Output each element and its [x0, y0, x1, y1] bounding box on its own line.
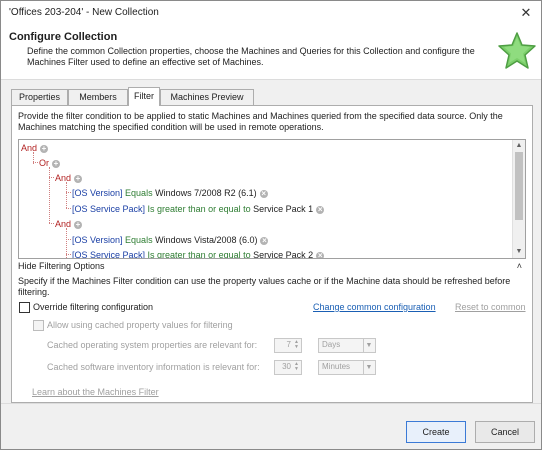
tree-guide [49, 177, 54, 178]
chevron-down-icon[interactable]: ▼ [363, 339, 374, 352]
create-button[interactable]: Create [406, 421, 466, 443]
condition-operator[interactable]: Equals [125, 188, 153, 198]
tree-guide [66, 254, 71, 255]
stepper-value: 30 [282, 362, 291, 371]
filtering-options-title[interactable]: Hide Filtering Options [18, 261, 105, 271]
condition-value[interactable]: Service Pack 1 [253, 204, 313, 214]
condition-attribute[interactable]: [OS Version] [72, 188, 123, 198]
allow-cache-label: Allow using cached property values for f… [47, 320, 233, 330]
add-condition-icon[interactable]: + [74, 174, 83, 183]
reset-to-common-link: Reset to common [455, 302, 526, 312]
scroll-down-arrow-icon[interactable]: ▼ [514, 247, 524, 257]
tree-guide [33, 162, 38, 163]
allow-cache-checkbox[interactable] [33, 320, 44, 331]
remove-condition-icon[interactable]: × [259, 189, 268, 198]
tree-guide [49, 223, 54, 224]
filter-tab-panel: Provide the filter condition to be appli… [11, 105, 533, 403]
condition-attribute[interactable]: [OS Version] [72, 235, 123, 245]
change-common-configuration-link[interactable]: Change common configuration [313, 302, 436, 312]
software-inventory-cache-label: Cached software inventory information is… [47, 362, 260, 372]
dialog-header: Configure Collection Define the common C… [1, 25, 541, 79]
cancel-button[interactable]: Cancel [475, 421, 535, 443]
and-operator[interactable]: And [55, 219, 71, 229]
os-properties-unit-select[interactable]: Days ▼ [318, 338, 376, 353]
tree-node-root-and[interactable]: And + [21, 142, 49, 154]
condition-row[interactable]: [OS Version] Equals Windows 7/2008 R2 (6… [72, 187, 268, 199]
stepper-arrows-icon[interactable]: ▲ ▼ [293, 340, 300, 350]
close-icon[interactable]: ✕ [517, 4, 535, 22]
tree-guide [66, 192, 71, 193]
software-inventory-unit-select[interactable]: Minutes ▼ [318, 360, 376, 375]
add-condition-icon[interactable]: + [40, 144, 49, 153]
tab-properties[interactable]: Properties [11, 89, 68, 105]
condition-value[interactable]: Windows 7/2008 R2 (6.1) [155, 188, 257, 198]
filter-condition-tree[interactable]: And + Or + And + [OS Version] Equals Window… [18, 139, 526, 259]
condition-row[interactable]: [OS Version] Equals Windows Vista/2008 (… [72, 234, 269, 246]
filter-instruction: Provide the filter condition to be appli… [18, 111, 503, 132]
dialog-body: Properties Members Filter Machines Previ… [1, 79, 541, 404]
condition-operator[interactable]: Is greater than or equal to [148, 250, 251, 258]
tree-node-and-group2[interactable]: And + [55, 218, 83, 230]
header-title: Configure Collection [9, 31, 118, 43]
remove-condition-icon[interactable]: × [316, 251, 325, 258]
condition-attribute[interactable]: [OS Service Pack] [72, 204, 145, 214]
chevron-up-icon[interactable]: ˄ [517, 261, 522, 271]
os-properties-cache-label: Cached operating system properties are r… [47, 340, 258, 350]
stepper-value: 7 [286, 340, 291, 349]
add-condition-icon[interactable]: + [52, 159, 60, 168]
window-title: 'Offices 203-204' - New Collection [9, 7, 159, 18]
filtering-options-description: Specify if the Machines Filter condition… [18, 276, 511, 297]
green-star-icon [498, 32, 536, 69]
select-value: Minutes [322, 362, 351, 371]
or-operator[interactable]: Or [39, 158, 49, 168]
select-value: Days [322, 340, 341, 349]
tree-guide [66, 182, 67, 208]
tab-machines-preview[interactable]: Machines Preview [160, 89, 254, 105]
title-bar: 'Offices 203-204' - New Collection ✕ [1, 1, 541, 25]
stepper-arrows-icon[interactable]: ▲ ▼ [293, 362, 300, 372]
tree-guide [66, 208, 71, 209]
os-properties-cache-stepper[interactable]: 7 ▲ ▼ [274, 338, 302, 353]
tab-filter[interactable]: Filter [128, 87, 160, 106]
tree-vertical-scrollbar[interactable]: ▲ ▼ [512, 140, 525, 258]
dialog-footer: Create Cancel [1, 403, 541, 449]
condition-value[interactable]: Service Pack 2 [253, 250, 313, 258]
learn-machines-filter-link[interactable]: Learn about the Machines Filter [32, 387, 159, 397]
tree-node-and-group1[interactable]: And + [55, 172, 83, 184]
software-inventory-cache-stepper[interactable]: 30 ▲ ▼ [274, 360, 302, 375]
override-configuration-label[interactable]: Override filtering configuration [33, 302, 153, 312]
scrollbar-thumb[interactable] [515, 152, 523, 220]
and-operator[interactable]: And [55, 173, 71, 183]
tree-guide [49, 167, 50, 223]
condition-operator[interactable]: Equals [125, 235, 153, 245]
remove-condition-icon[interactable]: × [316, 205, 325, 214]
remove-condition-icon[interactable]: × [260, 236, 269, 245]
tab-members[interactable]: Members [68, 89, 128, 105]
dialog-window: 'Offices 203-204' - New Collection ✕ Con… [0, 0, 542, 450]
condition-operator[interactable]: Is greater than or equal to [148, 204, 251, 214]
header-description: Define the common Collection properties,… [27, 46, 475, 67]
add-condition-icon[interactable]: + [74, 220, 83, 229]
scroll-up-arrow-icon[interactable]: ▲ [514, 141, 524, 151]
override-configuration-checkbox[interactable] [19, 302, 30, 313]
tree-node-or[interactable]: Or + [39, 157, 60, 169]
condition-attribute[interactable]: [OS Service Pack] [72, 250, 145, 258]
chevron-down-icon[interactable]: ▼ [363, 361, 374, 374]
condition-row[interactable]: [OS Service Pack] Is greater than or equ… [72, 203, 325, 215]
tree-guide [66, 239, 71, 240]
condition-value[interactable]: Windows Vista/2008 (6.0) [155, 235, 257, 245]
filtering-options-header[interactable]: Hide Filtering Options ˄ [18, 261, 524, 275]
and-operator[interactable]: And [21, 143, 37, 153]
condition-row[interactable]: [OS Service Pack] Is greater than or equ… [72, 249, 325, 258]
